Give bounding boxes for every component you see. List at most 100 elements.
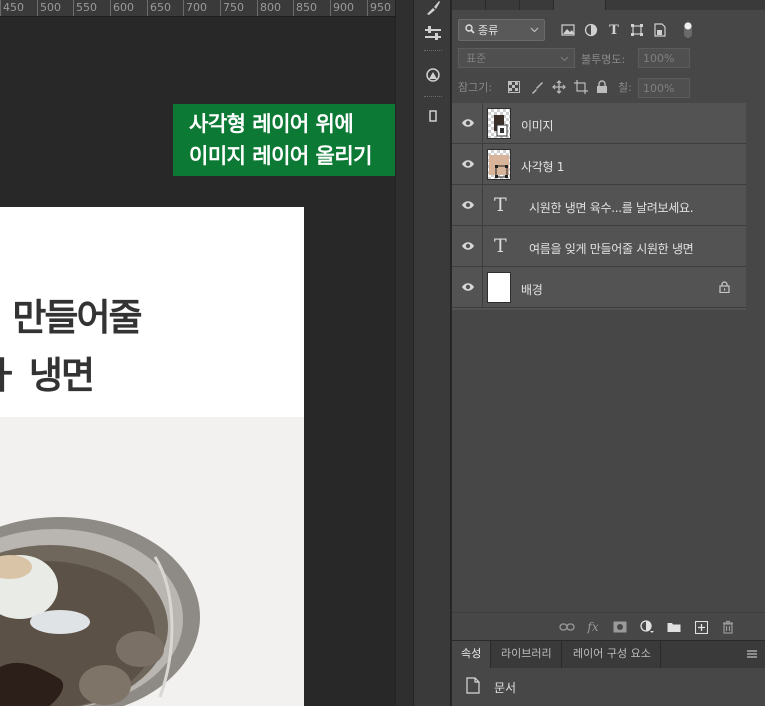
filter-image-icon[interactable] <box>560 22 576 38</box>
lock-label: 잠그기: <box>458 81 493 94</box>
strip-divider <box>424 50 442 52</box>
annotation-line-1: 사각형 레이어 위에 <box>189 112 354 136</box>
search-icon <box>465 23 475 37</box>
filter-kind-label: 종류 <box>478 24 499 37</box>
fx-icon[interactable]: fx <box>585 619 601 635</box>
ruler-tick <box>37 0 38 16</box>
lock-transparent-icon[interactable] <box>508 81 520 96</box>
link-layers-icon[interactable] <box>559 619 575 635</box>
layers-list: 이미지 사각형 1 T 시원한 냉면 육수...를 날려보세요. T 여름을 잊… <box>452 103 746 310</box>
document-canvas[interactable]: | 만들어줄 ㅏ 냉면 <box>0 207 304 706</box>
new-adjustment-layer-icon[interactable] <box>639 619 655 635</box>
ruler-tick <box>367 0 368 16</box>
opacity-input[interactable]: 100% <box>638 48 690 68</box>
panel-tool-strip <box>413 0 451 706</box>
tab-layers[interactable] <box>554 0 606 10</box>
ruler-label: 650 <box>150 1 171 14</box>
layer-row-rectangle[interactable]: 사각형 1 <box>452 144 746 185</box>
layer-row-text[interactable]: T 시원한 냉면 육수...를 날려보세요. <box>452 185 746 226</box>
visibility-eye-icon[interactable] <box>461 240 475 252</box>
filter-adjustment-icon[interactable] <box>583 22 599 38</box>
ruler-label: 700 <box>186 1 207 14</box>
text-layer-icon: T <box>494 194 507 216</box>
chevron-down-icon <box>530 24 539 37</box>
strip-divider <box>424 96 442 98</box>
fill-label: 칠: <box>618 81 632 94</box>
history-icon[interactable] <box>421 62 445 86</box>
visibility-eye-icon[interactable] <box>461 199 475 211</box>
add-mask-icon[interactable] <box>612 619 628 635</box>
adjustments-sliders-icon[interactable] <box>421 21 445 45</box>
opacity-value: 100% <box>643 51 675 65</box>
headline-line-1: | 만들어줄 <box>0 296 143 339</box>
panel-tab[interactable] <box>520 0 554 10</box>
ruler-tick <box>73 0 74 16</box>
ruler-label: 950 <box>370 1 391 14</box>
panel-tab[interactable] <box>486 0 520 10</box>
new-layer-icon[interactable] <box>693 619 709 635</box>
filter-type-icon[interactable]: T <box>606 22 622 38</box>
row-separator <box>482 103 483 144</box>
layer-thumbnail-background <box>487 272 511 303</box>
ruler-tick <box>110 0 111 16</box>
filter-toggle-switch[interactable] <box>680 22 696 38</box>
lock-artboard-icon[interactable] <box>574 80 588 97</box>
properties-tab-bar: 속성 라이브러리 레이어 구성 요소 <box>452 641 765 668</box>
row-separator <box>482 226 483 267</box>
row-separator <box>482 185 483 226</box>
panel-tab-bar <box>452 0 765 10</box>
ruler-tick <box>183 0 184 16</box>
layer-name: 배경 <box>521 283 543 297</box>
canvas-vertical-scroll-gap <box>395 0 413 706</box>
horizontal-ruler: 450 500 550 600 650 700 750 800 850 900 … <box>0 0 395 17</box>
layers-bottom-toolbar: fx <box>452 612 765 640</box>
layers-panel: 종류 T 표준 불투명도: 100% 잠그기: 칠: 100% 이미지 사각형 … <box>452 0 765 640</box>
layer-row-text[interactable]: T 여름을 잊게 만들어줄 시원한 냉면 <box>452 226 746 267</box>
blend-mode-select[interactable]: 표준 <box>458 48 575 68</box>
properties-panel: 속성 라이브러리 레이어 구성 요소 문서 <box>452 640 765 706</box>
layer-row-background[interactable]: 배경 <box>452 267 746 308</box>
opacity-label: 불투명도: <box>581 53 626 66</box>
headline-line-2: ㅏ 냉면 <box>0 354 95 397</box>
ruler-tick <box>257 0 258 16</box>
filter-smart-object-icon[interactable] <box>652 22 668 38</box>
lock-position-move-icon[interactable] <box>552 80 566 97</box>
ruler-label: 850 <box>296 1 317 14</box>
ruler-label: 750 <box>223 1 244 14</box>
document-icon <box>466 677 480 694</box>
ruler-label: 800 <box>260 1 281 14</box>
row-separator <box>482 144 483 185</box>
tab-properties[interactable]: 속성 <box>452 641 492 668</box>
visibility-eye-icon[interactable] <box>461 158 475 170</box>
text-layer-icon: T <box>494 235 507 257</box>
lock-icon <box>719 281 730 293</box>
lock-all-icon[interactable] <box>596 80 608 97</box>
lock-pixels-brush-icon[interactable] <box>530 81 544 98</box>
layer-row-image[interactable]: 이미지 <box>452 103 746 144</box>
ruler-tick <box>293 0 294 16</box>
ruler-label: 550 <box>76 1 97 14</box>
annotation-callout: 사각형 레이어 위에 이미지 레이어 올리기 <box>173 104 395 176</box>
blend-row: 표준 불투명도: 100% <box>456 48 761 70</box>
canvas-area[interactable]: 450 500 550 600 650 700 750 800 850 900 … <box>0 0 395 706</box>
tab-libraries[interactable]: 라이브러리 <box>492 641 562 668</box>
ruler-label: 500 <box>40 1 61 14</box>
fill-input[interactable]: 100% <box>638 78 690 98</box>
brush-icon[interactable] <box>421 0 445 20</box>
visibility-eye-icon[interactable] <box>461 117 475 129</box>
annotation-line-2: 이미지 레이어 올리기 <box>189 144 373 168</box>
filter-kind-select[interactable]: 종류 <box>458 19 545 41</box>
panel-icon[interactable] <box>421 104 445 128</box>
document-label: 문서 <box>494 681 517 695</box>
row-separator <box>482 267 483 308</box>
panel-tab[interactable] <box>452 0 486 10</box>
layer-name: 여름을 잊게 만들어줄 시원한 냉면 <box>529 242 694 256</box>
panel-menu-icon[interactable] <box>746 649 758 662</box>
filter-shape-icon[interactable] <box>629 22 645 38</box>
new-group-folder-icon[interactable] <box>666 619 682 635</box>
tab-layer-comps[interactable]: 레이어 구성 요소 <box>564 641 661 668</box>
delete-layer-trash-icon[interactable] <box>720 619 736 635</box>
layer-thumbnail-image <box>487 108 511 139</box>
layers-scrollbar[interactable] <box>746 103 765 612</box>
visibility-eye-icon[interactable] <box>461 281 475 293</box>
